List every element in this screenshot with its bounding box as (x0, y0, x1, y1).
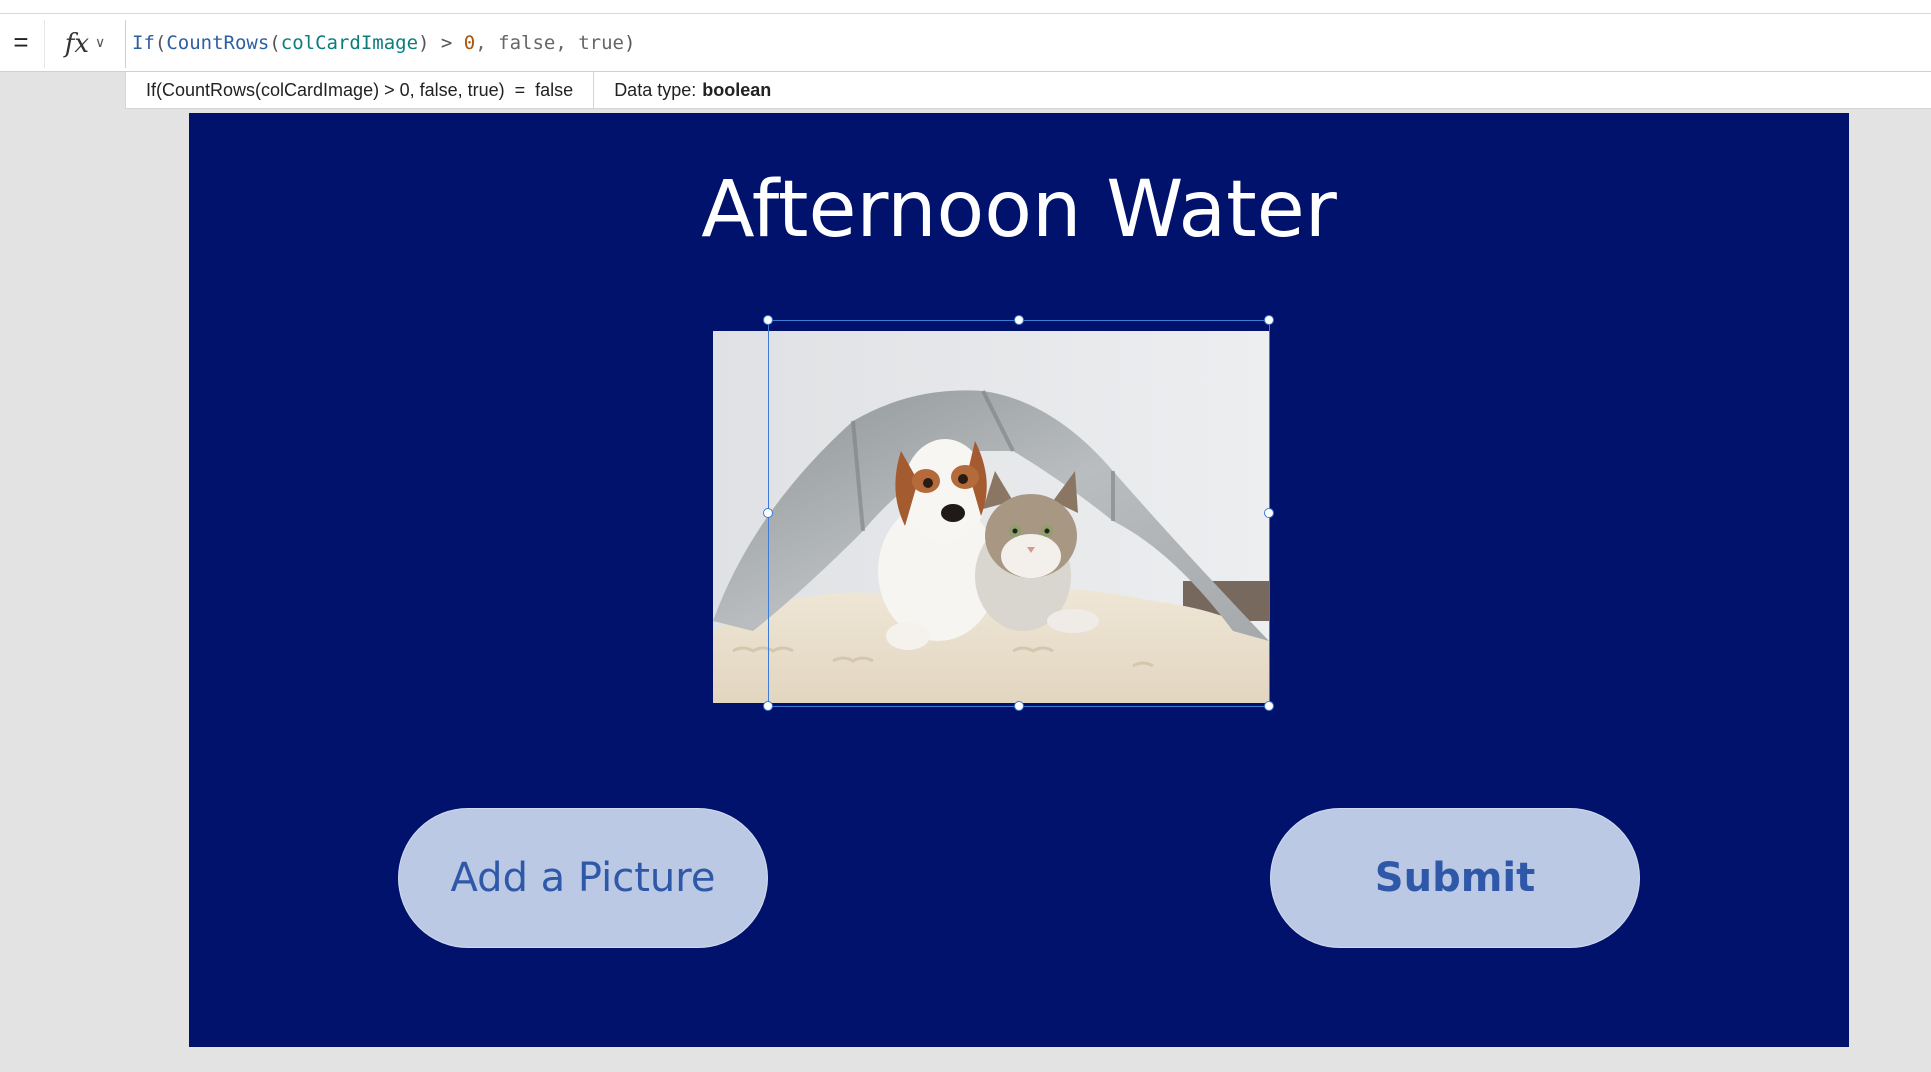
top-strip (0, 0, 1931, 14)
formula-token: ) > (418, 32, 464, 54)
data-type-value: boolean (702, 80, 771, 101)
chevron-down-icon: ∨ (95, 34, 105, 51)
formula-token: If (132, 32, 155, 54)
formula-token: ( (269, 32, 280, 54)
formula-result-expression: If(CountRows(colCardImage) > 0, false, t… (126, 72, 594, 108)
resize-handle-top-middle[interactable] (1014, 315, 1024, 325)
data-type-label: Data type: (614, 80, 696, 101)
formula-input[interactable]: If(CountRows(colCardImage) > 0, false, t… (132, 26, 635, 60)
formula-result-bar: If(CountRows(colCardImage) > 0, false, t… (125, 72, 1931, 109)
submit-button[interactable]: Submit (1270, 808, 1640, 948)
function-picker-button[interactable]: fx ∨ (44, 20, 126, 68)
formula-token: 0 (464, 32, 475, 54)
formula-token: ( (155, 32, 166, 54)
formula-token: colCardImage (281, 32, 418, 54)
equals-button[interactable]: = (0, 14, 42, 71)
fx-icon: fx (65, 29, 89, 59)
data-type-info: Data type: boolean (594, 80, 771, 101)
app-screen-canvas: Afternoon Water (189, 113, 1849, 1047)
add-picture-button[interactable]: Add a Picture (398, 808, 768, 948)
formula-token: CountRows (166, 32, 269, 54)
photo-dog-cat-icon[interactable] (713, 331, 1269, 703)
resize-handle-top-left[interactable] (763, 315, 773, 325)
screen-title-label[interactable]: Afternoon Water (189, 165, 1849, 255)
formula-token: , false, true (475, 32, 624, 54)
resize-handle-top-right[interactable] (1264, 315, 1274, 325)
formula-token: ) (624, 32, 635, 54)
formula-bar: = fx ∨ If(CountRows(colCardImage) > 0, f… (0, 14, 1931, 72)
